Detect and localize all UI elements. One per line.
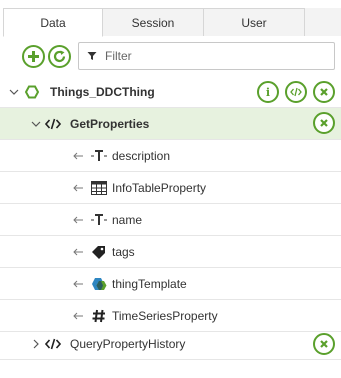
info-button[interactable]: i xyxy=(257,81,279,103)
string-type-icon xyxy=(91,213,107,227)
string-type-icon xyxy=(91,149,107,163)
hash-icon xyxy=(91,309,107,323)
remove-service-button[interactable] xyxy=(313,112,335,134)
output-arrow-icon xyxy=(73,216,83,224)
info-icon: i xyxy=(265,85,271,99)
remove-thing-button[interactable] xyxy=(313,81,335,103)
filter-input[interactable] xyxy=(105,49,325,63)
tab-bar: Data Session User xyxy=(3,8,341,37)
property-label: InfoTableProperty xyxy=(112,181,207,195)
tree-row-property[interactable]: tags xyxy=(0,236,341,268)
remove-service-button[interactable] xyxy=(313,333,335,355)
property-label: name xyxy=(112,213,143,227)
tab-bar-spacer xyxy=(305,8,341,36)
plus-icon xyxy=(28,51,39,62)
thing-hexagon-icon xyxy=(25,85,39,99)
output-arrow-icon xyxy=(73,248,83,256)
tree-row-property[interactable]: InfoTableProperty xyxy=(0,172,341,204)
property-label: TimeSeriesProperty xyxy=(112,309,218,323)
property-label: tags xyxy=(112,245,135,259)
chevron-down-icon[interactable] xyxy=(30,118,42,130)
filter-field[interactable] xyxy=(78,42,335,70)
property-label: thingTemplate xyxy=(112,277,187,291)
tree-row-property[interactable]: name xyxy=(0,204,341,236)
refresh-icon xyxy=(53,50,66,63)
code-icon xyxy=(290,87,302,97)
chevron-right-icon[interactable] xyxy=(30,338,42,350)
service-code-icon xyxy=(45,118,61,130)
service-name-label: GetProperties xyxy=(70,117,150,131)
tree-row-thing[interactable]: Things_DDCThing i xyxy=(0,76,341,108)
property-label: description xyxy=(112,149,171,163)
thing-name-label: Things_DDCThing xyxy=(50,85,155,99)
close-icon xyxy=(320,340,328,348)
output-arrow-icon xyxy=(73,184,83,192)
close-icon xyxy=(320,88,328,96)
refresh-button[interactable] xyxy=(48,45,71,68)
tab-data[interactable]: Data xyxy=(3,8,103,37)
output-arrow-icon xyxy=(73,312,83,320)
close-icon xyxy=(320,119,328,127)
tree-row-getproperties[interactable]: GetProperties xyxy=(0,108,341,140)
toolbar xyxy=(0,40,341,74)
funnel-icon xyxy=(87,52,97,60)
infotable-type-icon xyxy=(91,181,107,195)
thingtemplate-icon xyxy=(91,277,107,291)
tree-row-property[interactable]: thingTemplate xyxy=(0,268,341,300)
code-button[interactable] xyxy=(285,81,307,103)
tree-row-queryhistory[interactable]: QueryPropertyHistory xyxy=(0,328,341,360)
tag-icon xyxy=(91,245,107,259)
chevron-down-icon[interactable] xyxy=(8,86,20,98)
output-arrow-icon xyxy=(73,152,83,160)
service-code-icon xyxy=(45,338,61,350)
add-button[interactable] xyxy=(22,45,45,68)
tab-user[interactable]: User xyxy=(204,8,305,36)
output-arrow-icon xyxy=(73,280,83,288)
tree-row-property[interactable]: description xyxy=(0,140,341,172)
tab-session[interactable]: Session xyxy=(103,8,204,36)
service-name-label: QueryPropertyHistory xyxy=(70,337,186,351)
